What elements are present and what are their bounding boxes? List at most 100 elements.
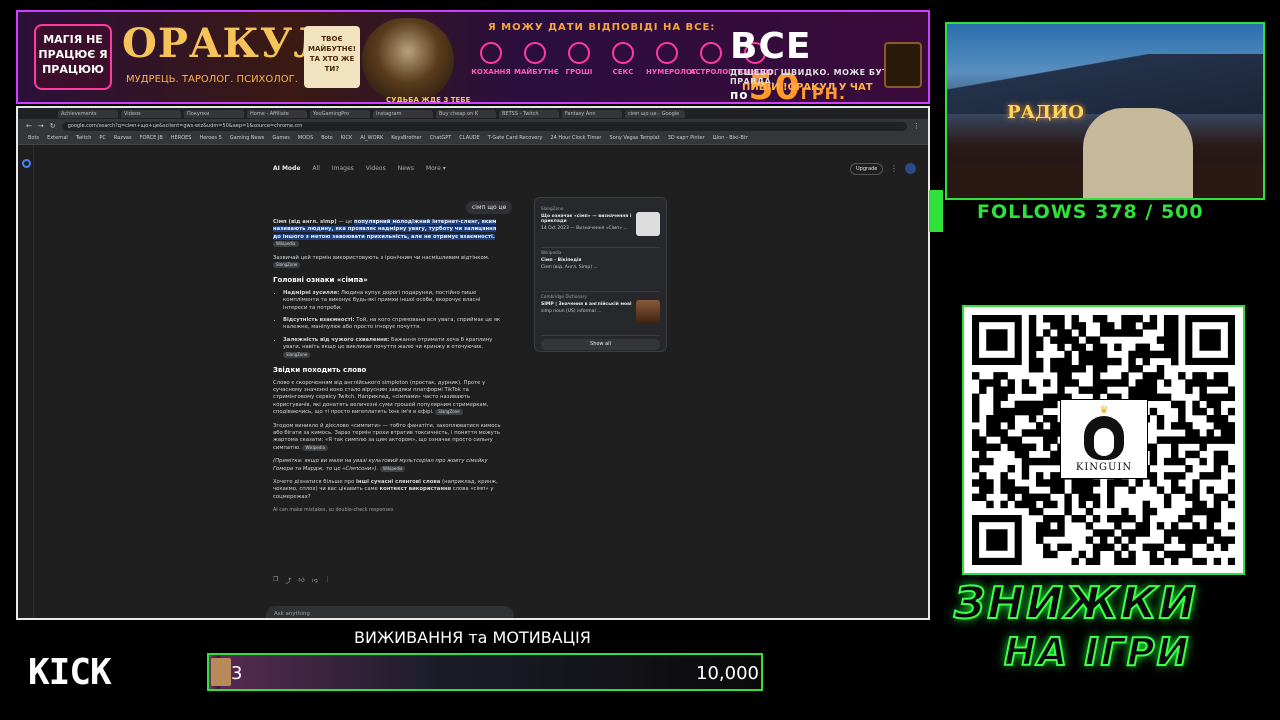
qr-module [972, 400, 980, 409]
qr-module [979, 493, 987, 502]
qr-module [1213, 415, 1222, 423]
source-card[interactable]: SlangZone Що означає «сімп» — визначення… [541, 204, 660, 248]
qr-module [972, 372, 980, 380]
browser-tab[interactable]: Videos [121, 110, 181, 118]
bookmark-item[interactable]: Razvas [114, 135, 132, 142]
browser-tab[interactable]: Buy cheap on K [436, 110, 496, 118]
extensions-icon[interactable]: ⋮ [913, 122, 920, 130]
url-input[interactable]: google.com/search?q=сімп+що+це&sclient=g… [61, 121, 907, 131]
source-card[interactable]: Cambridge Dictionary SIMP | Значення в а… [541, 292, 660, 336]
bookmark-item[interactable]: 24 Hour Clock Timer [550, 135, 601, 142]
qr-module [1050, 322, 1058, 330]
bookmark-item[interactable]: Bots [28, 135, 39, 142]
answer-text: — це [336, 219, 354, 225]
browser-tab[interactable]: Покупки [184, 110, 244, 118]
more-icon[interactable]: ⋮ [325, 576, 331, 585]
bookmark-item[interactable]: HEROES [171, 135, 192, 142]
qr-module [972, 493, 980, 502]
show-all-button[interactable]: Show all [541, 339, 660, 350]
browser-tab[interactable]: Home - Affiliate [247, 110, 307, 118]
chat-cta: ПИШИ !ОРАКУЛ У ЧАТ [742, 82, 873, 93]
reload-icon[interactable]: ↻ [50, 122, 56, 130]
source-chip[interactable]: Wikipedia [302, 444, 328, 451]
thumbs-down-icon[interactable]: 👎︎ [312, 576, 318, 585]
qr-module [1043, 457, 1051, 466]
share-icon[interactable]: ⤴ [285, 576, 291, 585]
search-tab[interactable]: News [398, 165, 414, 172]
qr-module [1043, 443, 1051, 452]
qr-module [1085, 350, 1094, 359]
search-tab[interactable]: AI Mode [273, 165, 300, 172]
browser-tab[interactable]: Fantasy Ann [562, 110, 622, 118]
bookmark-item[interactable]: Twitch [76, 135, 92, 142]
bookmark-item[interactable]: CLAUDE [459, 135, 479, 142]
qr-module [1021, 407, 1030, 416]
google-logo-icon[interactable] [22, 159, 31, 168]
qr-module [1092, 543, 1101, 552]
sale-line-2: НА ІГРИ [1003, 629, 1191, 675]
answer-note: (Примітка: якщо ви мали на увазі культов… [273, 458, 505, 473]
qr-module [1028, 315, 1037, 323]
avatar[interactable] [905, 163, 916, 174]
qr-module [1185, 436, 1193, 444]
bookmark-item[interactable]: External [47, 135, 68, 142]
bookmark-item[interactable]: T-Gate Card Recovery [488, 135, 543, 142]
source-chip[interactable]: Wikipedia [273, 241, 299, 248]
source-chip[interactable]: Wikipedia [379, 465, 406, 472]
source-chip[interactable]: SlangZone [435, 409, 463, 416]
source-card[interactable]: Wikipedia Сімп - Вікіпедія Сімп (від. Ан… [541, 248, 660, 292]
search-tab[interactable]: All [312, 165, 319, 172]
qr-module [1092, 550, 1101, 559]
qr-module [1227, 522, 1235, 530]
browser-tab[interactable]: сімп що це - Google [625, 110, 685, 118]
bookmark-item[interactable]: MODS [298, 135, 313, 142]
bookmark-item[interactable]: Boto [321, 135, 333, 142]
browser-tab[interactable]: Instagram [373, 110, 433, 118]
qr-module [1050, 393, 1058, 402]
kinguin-logo: ♛ KINGUIN [1060, 399, 1148, 479]
apps-grid-icon[interactable]: ⋮ [890, 165, 898, 173]
bookmark-item[interactable]: AI_WORK [360, 135, 383, 142]
search-tab[interactable]: More ▾ [426, 165, 446, 172]
qr-module [1035, 357, 1044, 366]
thumbs-up-icon[interactable]: 👍︎ [298, 576, 304, 585]
browser-tab[interactable]: BETSS - Twitch [499, 110, 559, 118]
upgrade-button[interactable]: Upgrade [850, 163, 884, 175]
bookmark-item[interactable]: Heroes 5 [199, 135, 221, 142]
forward-icon[interactable]: → [38, 122, 44, 130]
qr-module [1171, 557, 1179, 565]
bookmark-item[interactable]: FORCE JB [140, 135, 163, 142]
qr-module [1149, 407, 1158, 416]
qr-module [1099, 322, 1108, 330]
bookmark-item[interactable]: 3D карт Pinter [668, 135, 705, 142]
kinguin-name: KINGUIN [1075, 462, 1133, 473]
qr-module [1028, 415, 1037, 423]
qr-module [1192, 379, 1200, 387]
bookmark-item[interactable]: KeysBrother [391, 135, 421, 142]
search-tab[interactable]: Images [332, 165, 354, 172]
bookmark-item[interactable]: KICK [341, 135, 353, 142]
ask-input-box[interactable]: Ask anything + 🎙︎ [266, 606, 514, 618]
qr-module [1171, 336, 1179, 344]
qr-module [1064, 365, 1072, 373]
bookmark-item[interactable]: Gaming News [230, 135, 265, 142]
qr-module [1092, 479, 1101, 487]
bookmark-item[interactable]: Games [272, 135, 290, 142]
back-icon[interactable]: ← [26, 122, 32, 130]
qr-module [993, 379, 1001, 387]
qr-finder-pattern [986, 529, 1008, 551]
bookmark-item[interactable]: ChatGPT [430, 135, 452, 142]
bookmark-item[interactable]: PC [99, 135, 106, 142]
source-chip[interactable]: SlangZone [283, 351, 311, 358]
qr-module [1163, 336, 1172, 344]
copy-icon[interactable]: ❐ [273, 576, 278, 585]
answer-intro: Сімп (від англ. simp) — це популярний мо… [273, 219, 505, 249]
browser-tab[interactable]: Achievements [58, 110, 118, 118]
browser-tab[interactable]: YouGamingPro [310, 110, 370, 118]
search-tab[interactable]: Videos [366, 165, 386, 172]
bookmark-item[interactable]: Sony Vegas Templat [609, 135, 659, 142]
list-item: Залежність від чужого схвалення: Бажання… [283, 337, 505, 359]
qr-module [1121, 507, 1129, 516]
bookmark-item[interactable]: Шоп - Вікі-Віт [713, 135, 748, 142]
source-chip[interactable]: SlangZone [273, 262, 301, 269]
